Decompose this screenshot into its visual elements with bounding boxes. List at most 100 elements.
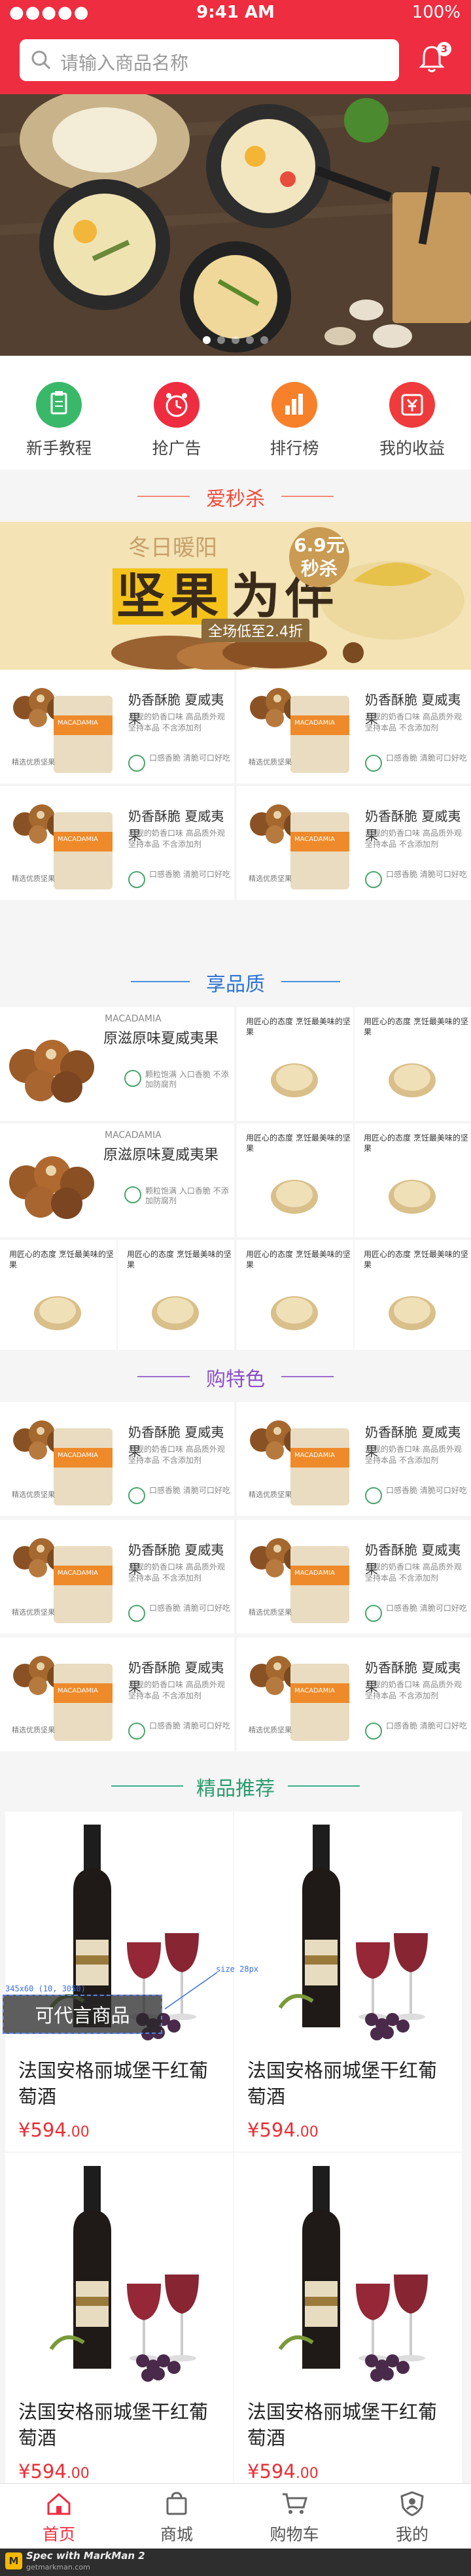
product-card[interactable]: MACADAMIA 精选优质坚果 奶香酥脆 夏威夷果 济规的奶香口味 高品质外观坚持本… <box>237 786 471 900</box>
bag-label: MACADAMIA <box>294 1687 335 1694</box>
tab-mine[interactable]: 我的 <box>353 2490 471 2545</box>
quick-nav-grab-ads[interactable]: 抢广告 <box>124 382 229 459</box>
macadamia-nut-image <box>389 1180 436 1214</box>
product-promise: 精选优质坚果 <box>12 758 55 766</box>
alarm-clock-icon <box>154 382 200 428</box>
product-promise: 精选优质坚果 <box>12 1726 55 1734</box>
badge-icon <box>128 871 145 888</box>
product-slogan: 用匠心的态度 烹饪最美味的坚果 <box>364 1017 468 1037</box>
product-card[interactable]: MACADAMIA 精选优质坚果 奶香酥脆 夏威夷果 济规的奶香口味 高品质外观坚持本… <box>237 1402 471 1516</box>
markman-brand: Spec with MarkMan 2 <box>26 2550 145 2562</box>
macadamia-nut-image <box>152 1296 199 1330</box>
badge-icon <box>124 1186 141 1203</box>
bag-label: MACADAMIA <box>294 1570 335 1577</box>
price-decimal: .00 <box>295 2124 319 2140</box>
markman-logo: M <box>5 2552 22 2569</box>
carousel-dot[interactable] <box>232 336 239 344</box>
shield-user-icon <box>400 2491 424 2516</box>
quick-nav-ranking[interactable]: 排行榜 <box>242 382 347 459</box>
product-card-small[interactable]: 用匠心的态度 烹饪最美味的坚果 <box>355 1124 471 1237</box>
product-cn-name: 原滋原味夏威夷果 <box>103 1147 219 1163</box>
product-card-small[interactable]: 用匠心的态度 烹饪最美味的坚果 <box>237 1007 353 1121</box>
bar-chart-icon <box>271 382 317 428</box>
hero-banner[interactable] <box>0 94 471 356</box>
product-name: 法国安格丽城堡干红葡萄酒 <box>18 2059 209 2108</box>
quick-nav-label: 排行榜 <box>270 439 319 458</box>
product-price: ¥594.00 <box>247 2119 319 2141</box>
product-desc: 济规的奶香口味 高品质外观坚持本品 不含添加剂 <box>365 829 462 849</box>
notification-badge: 3 <box>437 42 451 56</box>
tab-home[interactable]: 首页 <box>0 2490 118 2545</box>
tab-mall[interactable]: 商城 <box>118 2490 236 2545</box>
product-card[interactable]: MACADAMIA 精选优质坚果 奶香酥脆 夏威夷果 济规的奶香口味 高品质外观坚持本… <box>0 670 234 783</box>
product-badge-text: 口感香脆 清脆可口好吃 <box>149 1486 230 1495</box>
carousel-dot[interactable] <box>246 336 254 344</box>
product-desc: 济规的奶香口味 高品质外观坚持本品 不含添加剂 <box>365 1680 462 1700</box>
macadamia-nut-image <box>271 1296 318 1330</box>
product-badge-text: 口感香脆 清脆可口好吃 <box>149 1721 230 1730</box>
markman-footer: M Spec with MarkMan 2 getmarkman.com <box>0 2549 471 2576</box>
macadamia-nut-image <box>389 1063 436 1097</box>
product-slogan: 用匠心的态度 烹饪最美味的坚果 <box>246 1017 351 1037</box>
promo-banner[interactable]: 冬日暖阳 坚果 为伴 全场低至2.4折 6.9元 秒杀 <box>0 522 471 670</box>
macadamia-nut-image <box>389 1296 436 1330</box>
product-desc: 济规的奶香口味 高品质外观坚持本品 不含添加剂 <box>128 712 225 732</box>
product-price: ¥594.00 <box>247 2460 319 2482</box>
product-card-small[interactable]: 用匠心的态度 烹饪最美味的坚果 <box>118 1240 234 1354</box>
section-header-flash-sale: 爱秒杀 <box>0 470 471 522</box>
product-card[interactable]: MACADAMIA 精选优质坚果 奶香酥脆 夏威夷果 济规的奶香口味 高品质外观坚持本… <box>237 1520 471 1634</box>
wine-bottle-image <box>234 2153 462 2388</box>
quick-nav: 新手教程 抢广告 排行榜 我的收益 <box>0 356 471 470</box>
price-integer: ¥594 <box>247 2460 296 2482</box>
product-price: ¥594.00 <box>18 2460 90 2482</box>
macadamia-nut-image <box>271 1063 318 1097</box>
product-slogan: 用匠心的态度 烹饪最美味的坚果 <box>246 1133 351 1153</box>
product-card[interactable]: MACADAMIA 精选优质坚果 奶香酥脆 夏威夷果 济规的奶香口味 高品质外观坚持本… <box>237 1638 471 1751</box>
product-card-large[interactable]: MACADAMIA 原滋原味夏威夷果 颗粒饱满 入口香脆 不添加防腐剂 <box>0 1007 234 1121</box>
product-slogan: 用匠心的态度 烹饪最美味的坚果 <box>9 1250 114 1269</box>
carousel-dot[interactable] <box>217 336 225 344</box>
section-title: 购特色 <box>206 1368 265 1391</box>
product-promise: 精选优质坚果 <box>249 1490 292 1499</box>
product-card[interactable]: MACADAMIA 精选优质坚果 奶香酥脆 夏威夷果 济规的奶香口味 高品质外观坚持本… <box>0 1520 234 1634</box>
carousel-dot[interactable] <box>203 336 211 344</box>
product-feature: 颗粒饱满 入口香脆 不添加防腐剂 <box>145 1070 229 1089</box>
badge-icon <box>365 755 382 772</box>
product-promise: 精选优质坚果 <box>12 1608 55 1617</box>
badge-icon <box>128 1723 145 1740</box>
quick-nav-tutorial[interactable]: 新手教程 <box>7 382 111 459</box>
carousel-dots[interactable] <box>0 334 471 347</box>
badge-icon <box>128 1487 145 1504</box>
product-card-small[interactable]: 用匠心的态度 烹饪最美味的坚果 <box>237 1240 353 1354</box>
endorse-overlay[interactable]: 可代言商品 <box>3 1995 162 2034</box>
product-card[interactable]: MACADAMIA 精选优质坚果 奶香酥脆 夏威夷果 济规的奶香口味 高品质外观坚持本… <box>0 1638 234 1751</box>
product-card-small[interactable]: 用匠心的态度 烹饪最美味的坚果 <box>355 1007 471 1121</box>
product-promise: 精选优质坚果 <box>12 874 55 883</box>
product-card-large[interactable]: MACADAMIA 原滋原味夏威夷果 颗粒饱满 入口香脆 不添加防腐剂 <box>0 1124 234 1237</box>
price-integer: ¥594 <box>18 2119 67 2141</box>
product-badge-text: 口感香脆 清脆可口好吃 <box>386 1721 467 1730</box>
carousel-dot[interactable] <box>260 336 268 344</box>
search-input[interactable]: 请输入商品名称 <box>20 39 399 81</box>
product-badge-text: 口感香脆 清脆可口好吃 <box>386 870 467 879</box>
product-card[interactable]: MACADAMIA 精选优质坚果 奶香酥脆 夏威夷果 济规的奶香口味 高品质外观坚持本… <box>0 1402 234 1516</box>
quick-nav-earnings[interactable]: 我的收益 <box>360 382 464 459</box>
product-card[interactable]: MACADAMIA 精选优质坚果 奶香酥脆 夏威夷果 济规的奶香口味 高品质外观坚持本… <box>237 670 471 783</box>
product-promise: 精选优质坚果 <box>249 1608 292 1617</box>
recommend-product-card[interactable]: 法国安格丽城堡干红葡萄酒 ¥594.00 <box>234 1812 462 2152</box>
badge-icon <box>128 1605 145 1622</box>
product-card-small[interactable]: 用匠心的态度 烹饪最美味的坚果 <box>237 1124 353 1237</box>
bag-label: MACADAMIA <box>58 719 98 727</box>
tab-cart[interactable]: 购物车 <box>236 2490 353 2545</box>
product-slogan: 用匠心的态度 烹饪最美味的坚果 <box>364 1133 468 1153</box>
product-badge-text: 口感香脆 清脆可口好吃 <box>386 753 467 763</box>
product-card-small[interactable]: 用匠心的态度 烹饪最美味的坚果 <box>355 1240 471 1354</box>
product-badge-text: 口感香脆 清脆可口好吃 <box>149 870 230 879</box>
recommend-product-card[interactable]: 法国安格丽城堡干红葡萄酒 ¥594.00 <box>5 2153 233 2493</box>
product-card[interactable]: MACADAMIA 精选优质坚果 奶香酥脆 夏威夷果 济规的奶香口味 高品质外观坚持本… <box>0 786 234 900</box>
product-card-small[interactable]: 用匠心的态度 烹饪最美味的坚果 <box>0 1240 116 1354</box>
product-desc: 济规的奶香口味 高品质外观坚持本品 不含添加剂 <box>365 1562 462 1583</box>
section-title: 享品质 <box>206 973 265 996</box>
product-cn-name: 原滋原味夏威夷果 <box>103 1031 219 1047</box>
recommend-product-card[interactable]: 法国安格丽城堡干红葡萄酒 ¥594.00 <box>234 2153 462 2493</box>
